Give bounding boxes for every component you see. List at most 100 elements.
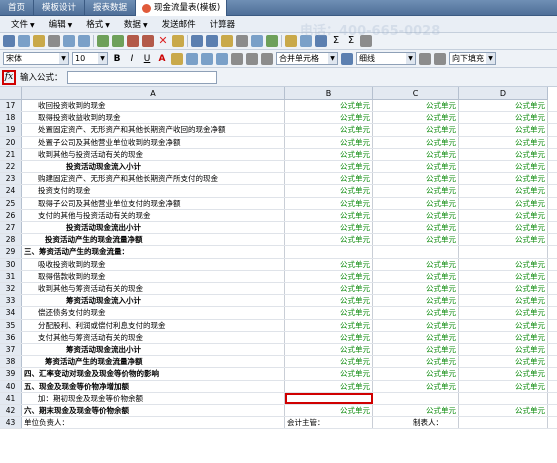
- cell-b[interactable]: 公式单元: [285, 368, 373, 380]
- cell-c[interactable]: 公式单元: [373, 258, 459, 270]
- menu-item[interactable]: 文件 ▼: [4, 18, 42, 30]
- chart-icon[interactable]: [285, 35, 297, 47]
- cell-c[interactable]: 公式单元: [373, 161, 459, 173]
- undo-icon[interactable]: [63, 35, 75, 47]
- tab-1[interactable]: 模板设计: [34, 0, 86, 16]
- paste-icon[interactable]: [221, 35, 233, 47]
- cell-b[interactable]: 公式单元: [285, 356, 373, 368]
- cell-a[interactable]: 取得子公司及其他营业单位支付的现金净额: [22, 197, 285, 209]
- border-color-icon[interactable]: [434, 52, 446, 65]
- row-header[interactable]: 22: [0, 161, 22, 173]
- cell-c[interactable]: 公式单元: [373, 222, 459, 234]
- cell-b[interactable]: 公式单元: [285, 405, 373, 417]
- cell-a[interactable]: 单位负责人：: [22, 417, 285, 429]
- row-header[interactable]: 37: [0, 344, 22, 356]
- delete-row-icon[interactable]: [127, 35, 139, 47]
- row-header[interactable]: 17: [0, 100, 22, 112]
- format-painter-icon[interactable]: [172, 35, 184, 47]
- open-folder-icon[interactable]: [33, 35, 45, 47]
- row-header[interactable]: 18: [0, 112, 22, 124]
- align-right-icon[interactable]: [216, 52, 228, 65]
- fill-color-icon[interactable]: [171, 52, 183, 65]
- cell-a[interactable]: 投资活动产生的现金流量净额: [22, 234, 285, 246]
- valign-top-icon[interactable]: [231, 52, 243, 65]
- cell-c[interactable]: 公式单元: [373, 283, 459, 295]
- cell-d[interactable]: 公式单元: [459, 100, 548, 112]
- row-header[interactable]: 27: [0, 222, 22, 234]
- valign-middle-icon[interactable]: [246, 52, 258, 65]
- row-header[interactable]: 33: [0, 295, 22, 307]
- cell-d[interactable]: 公式单元: [459, 344, 548, 356]
- row-header[interactable]: 26: [0, 209, 22, 221]
- cell-b[interactable]: 公式单元: [285, 124, 373, 136]
- cell-a[interactable]: 取得借款收到的现金: [22, 270, 285, 282]
- cell-c[interactable]: 公式单元: [373, 270, 459, 282]
- image-icon[interactable]: [300, 35, 312, 47]
- cell-a[interactable]: 三、筹资活动产生的现金流量：: [22, 246, 285, 258]
- cell-c[interactable]: 公式单元: [373, 209, 459, 221]
- chart-bar-icon[interactable]: [360, 35, 372, 47]
- cell-a[interactable]: 支付其他与筹资活动有关的现金: [22, 331, 285, 343]
- cell-d[interactable]: 公式单元: [459, 185, 548, 197]
- delete-column-icon[interactable]: [142, 35, 154, 47]
- row-header[interactable]: 23: [0, 173, 22, 185]
- cell-b[interactable]: [285, 392, 373, 404]
- find-icon[interactable]: [236, 35, 248, 47]
- cell-d[interactable]: 公式单元: [459, 380, 548, 392]
- cell-d[interactable]: 公式单元: [459, 209, 548, 221]
- row-header[interactable]: 40: [0, 380, 22, 392]
- cell-c[interactable]: 公式单元: [373, 173, 459, 185]
- cell-d[interactable]: 公式单元: [459, 258, 548, 270]
- merge-cells-select[interactable]: 合并单元格 ▼: [276, 52, 338, 65]
- cut-icon[interactable]: [191, 35, 203, 47]
- cell-d[interactable]: 公式单元: [459, 283, 548, 295]
- fill-direction-select[interactable]: 向下填充 ▼: [449, 52, 496, 65]
- row-header[interactable]: 28: [0, 234, 22, 246]
- link-icon[interactable]: [315, 35, 327, 47]
- cell-c[interactable]: 公式单元: [373, 185, 459, 197]
- cell-b[interactable]: 公式单元: [285, 148, 373, 160]
- cell-d[interactable]: [459, 417, 548, 429]
- cell-d[interactable]: 公式单元: [459, 148, 548, 160]
- column-header-c[interactable]: C: [373, 87, 459, 100]
- column-header-a[interactable]: A: [22, 87, 285, 100]
- save-as-icon[interactable]: [18, 35, 30, 47]
- sum-column-icon[interactable]: Σ: [345, 35, 357, 47]
- row-header[interactable]: 41: [0, 392, 22, 404]
- row-header[interactable]: 39: [0, 368, 22, 380]
- valign-bottom-icon[interactable]: [261, 52, 273, 65]
- cell-d[interactable]: 公式单元: [459, 234, 548, 246]
- cell-c[interactable]: 公式单元: [373, 344, 459, 356]
- cell-b[interactable]: [285, 246, 373, 258]
- cell-c[interactable]: 制表人：: [373, 417, 459, 429]
- cell-b[interactable]: 公式单元: [285, 295, 373, 307]
- tab-0[interactable]: 首页: [0, 0, 35, 16]
- cell-d[interactable]: [459, 392, 548, 404]
- cell-d[interactable]: 公式单元: [459, 222, 548, 234]
- column-header-d[interactable]: D: [459, 87, 548, 100]
- cell-d[interactable]: 公式单元: [459, 307, 548, 319]
- copy-icon[interactable]: [206, 35, 218, 47]
- print-icon[interactable]: [48, 35, 60, 47]
- menu-item[interactable]: 数据 ▼: [117, 18, 155, 30]
- cell-c[interactable]: 公式单元: [373, 124, 459, 136]
- cell-a[interactable]: 投资活动现金流出小计: [22, 222, 285, 234]
- cell-a[interactable]: 加：期初现金及现金等价物余额: [22, 392, 285, 404]
- row-header[interactable]: 29: [0, 246, 22, 258]
- cell-b[interactable]: 公式单元: [285, 185, 373, 197]
- row-header[interactable]: 20: [0, 136, 22, 148]
- cell-a[interactable]: 收到其他与筹资活动有关的现金: [22, 283, 285, 295]
- align-left-icon[interactable]: [186, 52, 198, 65]
- align-center-icon[interactable]: [201, 52, 213, 65]
- cell-c[interactable]: 公式单元: [373, 234, 459, 246]
- row-header[interactable]: 42: [0, 405, 22, 417]
- row-header[interactable]: 32: [0, 283, 22, 295]
- border-style-icon[interactable]: [419, 52, 431, 65]
- cell-d[interactable]: 公式单元: [459, 270, 548, 282]
- cell-d[interactable]: 公式单元: [459, 368, 548, 380]
- cell-a[interactable]: 收到其他与投资活动有关的现金: [22, 148, 285, 160]
- bold-button[interactable]: B: [111, 53, 123, 65]
- cell-a[interactable]: 处置子公司及其他营业单位收到的现金净额: [22, 136, 285, 148]
- formula-input[interactable]: [66, 70, 217, 84]
- cell-d[interactable]: 公式单元: [459, 405, 548, 417]
